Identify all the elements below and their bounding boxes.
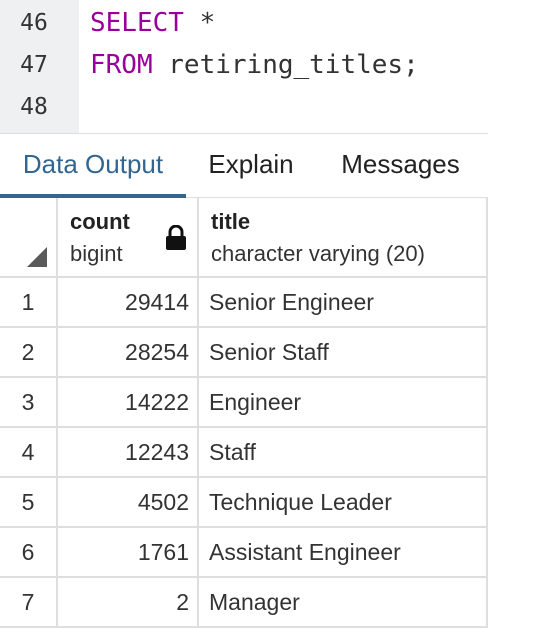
cell-title[interactable]: Technique Leader: [198, 477, 488, 528]
header-row: count bigint title character varying (20…: [0, 198, 488, 278]
tab-explain[interactable]: Explain: [193, 134, 309, 195]
tab-data-output[interactable]: Data Output: [0, 134, 186, 198]
cell-title[interactable]: Senior Engineer: [198, 277, 488, 328]
tab-label: Explain: [208, 149, 294, 179]
cell-count[interactable]: 29414: [57, 277, 199, 328]
code-rest: *: [183, 8, 216, 38]
code-line[interactable]: 46 SELECT *: [0, 2, 488, 44]
row-number[interactable]: 3: [0, 377, 58, 428]
code-line[interactable]: 48: [0, 86, 488, 128]
column-header-title[interactable]: title character varying (20): [198, 198, 488, 278]
cell-count[interactable]: 1761: [57, 527, 199, 578]
table-row[interactable]: 5 4502 Technique Leader: [0, 477, 488, 528]
row-number[interactable]: 5: [0, 477, 58, 528]
results-tab-bar: Data Output Explain Messages: [0, 134, 488, 198]
table-row[interactable]: 7 2 Manager: [0, 577, 488, 628]
query-editor[interactable]: 46 SELECT * 47 FROM retiring_titles; 48: [0, 0, 488, 134]
column-type: character varying (20): [211, 241, 425, 266]
cell-count[interactable]: 28254: [57, 327, 199, 378]
line-number: 47: [20, 52, 48, 78]
table-row[interactable]: 2 28254 Senior Staff: [0, 327, 488, 378]
results-grid: count bigint title character varying (20…: [0, 198, 488, 628]
row-number[interactable]: 4: [0, 427, 58, 478]
select-all-corner[interactable]: [0, 198, 58, 278]
cell-title[interactable]: Staff: [198, 427, 488, 478]
row-number[interactable]: 6: [0, 527, 58, 578]
column-name: title: [211, 209, 251, 234]
cell-title[interactable]: Manager: [198, 577, 488, 628]
cell-count[interactable]: 2: [57, 577, 199, 628]
cell-count[interactable]: 4502: [57, 477, 199, 528]
tab-label: Data Output: [22, 149, 164, 179]
cell-count[interactable]: 14222: [57, 377, 199, 428]
line-number: 48: [20, 94, 48, 120]
cell-title[interactable]: Senior Staff: [198, 327, 488, 378]
row-number[interactable]: 2: [0, 327, 58, 378]
tab-messages[interactable]: Messages: [324, 134, 477, 195]
table-row[interactable]: 4 12243 Staff: [0, 427, 488, 478]
table-row[interactable]: 1 29414 Senior Engineer: [0, 277, 488, 328]
code-line[interactable]: 47 FROM retiring_titles;: [0, 44, 488, 86]
lock-icon: [166, 225, 186, 250]
sql-keyword: FROM: [90, 50, 153, 80]
row-number[interactable]: 1: [0, 277, 58, 328]
table-row[interactable]: 3 14222 Engineer: [0, 377, 488, 428]
results-table: count bigint title character varying (20…: [0, 198, 488, 628]
code-text[interactable]: SELECT *: [90, 8, 215, 38]
code-rest: retiring_titles;: [152, 50, 419, 80]
column-header-count[interactable]: count bigint: [57, 198, 199, 278]
corner-triangle-icon: [27, 247, 47, 267]
tab-label: Messages: [341, 149, 460, 179]
line-number: 46: [20, 10, 48, 36]
table-row[interactable]: 6 1761 Assistant Engineer: [0, 527, 488, 578]
cell-title[interactable]: Engineer: [198, 377, 488, 428]
cell-count[interactable]: 12243: [57, 427, 199, 478]
code-text[interactable]: FROM retiring_titles;: [90, 50, 419, 80]
row-number[interactable]: 7: [0, 577, 58, 628]
sql-keyword: SELECT: [90, 8, 184, 38]
cell-title[interactable]: Assistant Engineer: [198, 527, 488, 578]
